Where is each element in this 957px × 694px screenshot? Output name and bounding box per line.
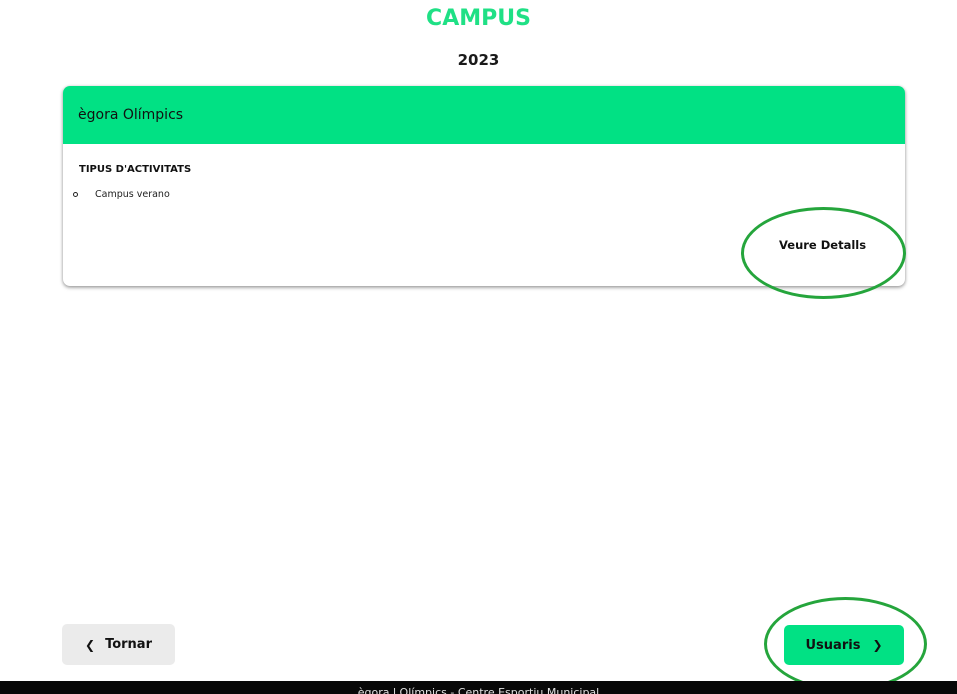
list-item: Campus verano [63, 189, 170, 200]
chevron-left-icon: ❮ [85, 637, 96, 652]
footer: ègora l Olímpics - Centre Esportiu Munic… [0, 681, 957, 694]
page-year: 2023 [457, 51, 500, 69]
back-button[interactable]: ❮ Tornar [62, 624, 175, 665]
bullet-icon [73, 192, 78, 197]
chevron-right-icon: ❯ [872, 638, 883, 652]
card-header: ègora Olímpics [63, 86, 905, 144]
activities-section-title: TIPUS D'ACTIVITATS [79, 164, 192, 175]
view-details-button[interactable]: Veure Detalls [779, 238, 866, 252]
users-button[interactable]: Usuaris ❯ [784, 625, 904, 665]
facility-card: ègora Olímpics TIPUS D'ACTIVITATS Campus… [63, 86, 905, 286]
page-title: CAMPUS [426, 6, 531, 31]
back-button-label: Tornar [105, 637, 152, 652]
card-title: ègora Olímpics [78, 107, 184, 123]
activities-list: Campus verano [63, 189, 170, 200]
activity-label: Campus verano [95, 189, 170, 200]
users-button-label: Usuaris [805, 637, 861, 653]
footer-text: ègora l Olímpics - Centre Esportiu Munic… [357, 686, 600, 694]
